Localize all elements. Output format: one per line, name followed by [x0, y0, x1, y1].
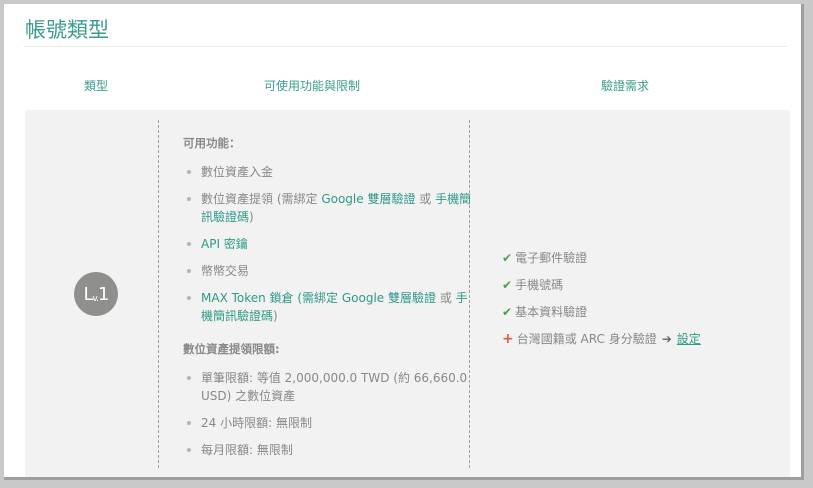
title-divider: [25, 46, 787, 47]
requirement-phone: ✔ 手機號碼: [502, 276, 563, 293]
page-title: 帳號類型: [25, 18, 109, 42]
max-token-link[interactable]: MAX Token 鎖倉 (需綁定: [201, 291, 342, 305]
column-header-features: 可使用功能與限制: [264, 79, 361, 93]
requirement-profile: ✔ 基本資料驗證: [502, 303, 587, 320]
feature-text: 或: [415, 192, 436, 206]
feature-text: 幣幣交易: [201, 264, 250, 278]
column-header-requirements: 驗證需求: [601, 79, 650, 93]
column-header-type: 類型: [84, 79, 109, 93]
list-item: 24 小時限額: 無限制: [187, 414, 477, 432]
settings-link[interactable]: 設定: [677, 330, 701, 347]
feature-text: 數位資產提領 (需綁定: [201, 192, 322, 206]
google-2fa-link[interactable]: Google 雙層驗證: [321, 192, 415, 206]
badge-main-text: L: [83, 283, 94, 305]
feature-text: 數位資產入金: [201, 165, 274, 179]
list-item: 單筆限額: 等值 2,000,000.0 TWD (約 66,660.0 USD…: [187, 369, 477, 405]
google-2fa-link[interactable]: Google 雙層驗證: [342, 291, 436, 305]
list-item: MAX Token 鎖倉 (需綁定 Google 雙層驗證 或 手機簡訊驗證碼): [187, 289, 477, 325]
requirement-email: ✔ 電子郵件驗證: [502, 249, 587, 266]
list-item: API 密鑰: [187, 235, 477, 253]
list-item: 幣幣交易: [187, 262, 477, 280]
check-icon: ✔: [502, 304, 513, 319]
account-type-panel: 帳號類型 類型 可使用功能與限制 驗證需求 Lv. 1 可用功能： 數位資產入金 …: [4, 4, 804, 480]
list-item: 數位資產入金: [187, 163, 477, 181]
requirement-label: 台灣國籍或 ARC 身分驗證: [516, 332, 657, 346]
api-key-link[interactable]: API 密鑰: [201, 237, 248, 251]
badge-number: 1: [98, 283, 109, 305]
level-1-badge-icon: Lv. 1: [74, 272, 118, 316]
requirement-label: 電子郵件驗證: [515, 251, 588, 265]
features-title: 可用功能：: [183, 136, 241, 150]
list-item: 每月限額: 無限制: [187, 441, 477, 459]
check-icon: ✔: [502, 277, 513, 292]
arrow-right-icon: ➔: [661, 331, 672, 346]
feature-text: ): [249, 210, 254, 224]
column-divider: [158, 120, 159, 468]
requirement-label: 基本資料驗證: [515, 305, 588, 319]
requirement-label: 手機號碼: [515, 278, 564, 292]
requirement-id-verification: + 台灣國籍或 ARC 身分驗證 ➔ 設定: [502, 330, 701, 347]
level-1-row: Lv. 1 可用功能： 數位資產入金 數位資產提領 (需綁定 Google 雙層驗…: [25, 110, 790, 477]
feature-text: ): [273, 309, 278, 323]
list-item: 數位資產提領 (需綁定 Google 雙層驗證 或 手機簡訊驗證碼): [187, 190, 477, 226]
feature-text: 或: [436, 291, 456, 305]
limits-title: 數位資產提領限額:: [183, 342, 280, 356]
check-icon: ✔: [502, 250, 513, 265]
plus-icon: +: [502, 330, 514, 347]
